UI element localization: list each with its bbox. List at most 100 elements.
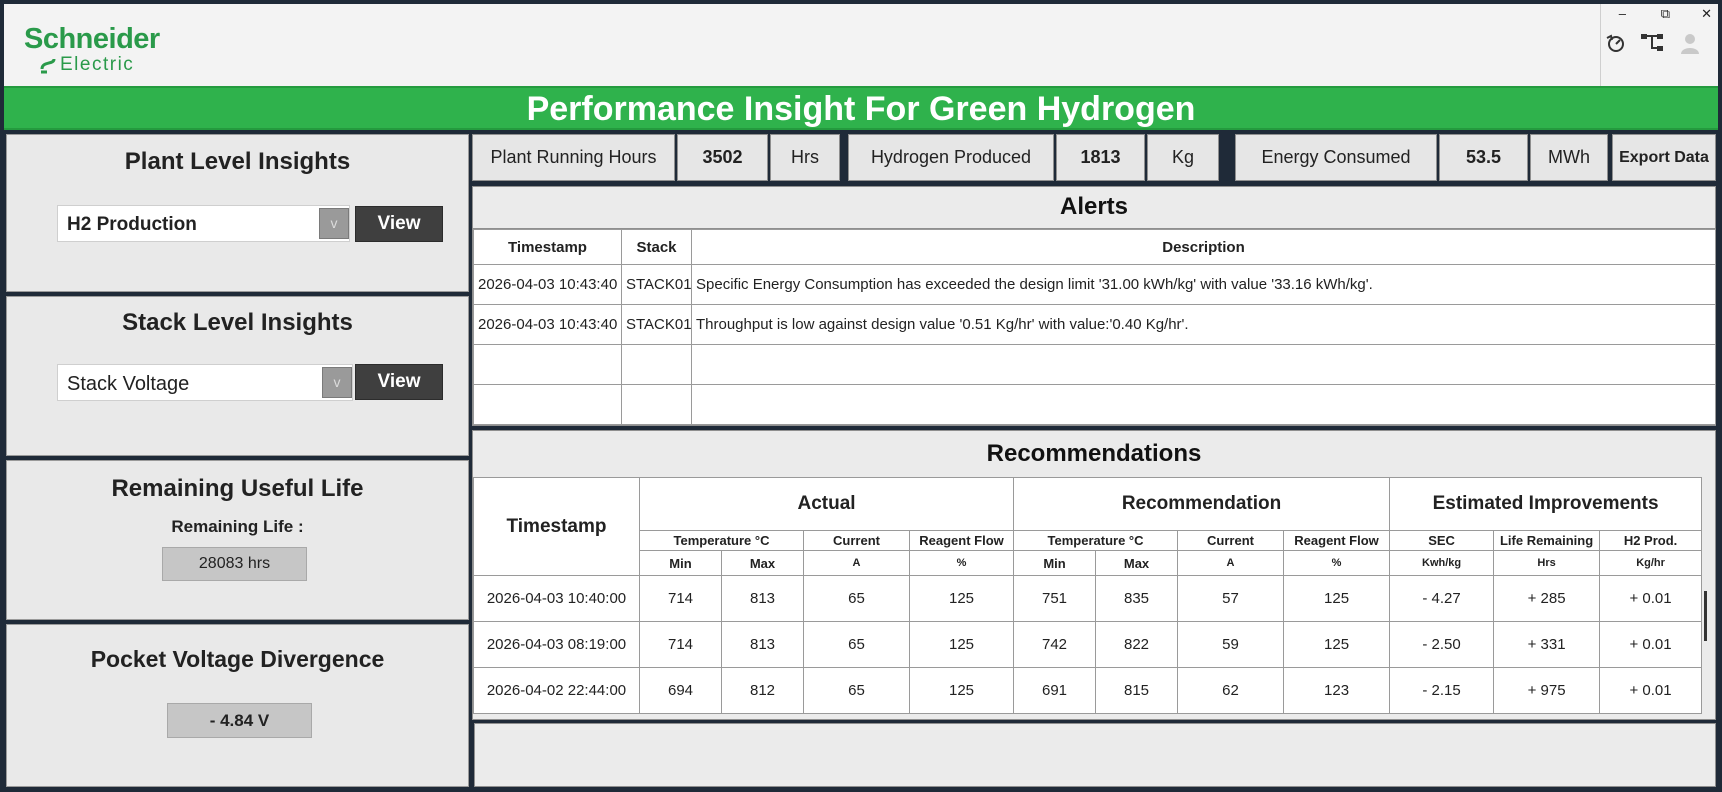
rec-unit-sec: Kwh/kg <box>1389 550 1495 576</box>
restore-button[interactable]: ⧉ <box>1661 6 1670 22</box>
page-title: Performance Insight For Green Hydrogen <box>526 90 1196 128</box>
logo-subtext: Electric <box>60 54 135 75</box>
app-window: Schneider Electric – ⧉ ✕ Performance Ins… <box>0 0 1722 792</box>
alert-description: Specific Energy Consumption has exceeded… <box>691 264 1716 305</box>
stack-insight-select[interactable]: Stack Voltage v <box>57 364 353 401</box>
rec-header-timestamp: Timestamp <box>473 477 640 576</box>
export-data-button[interactable]: Export Data <box>1612 134 1716 181</box>
close-button[interactable]: ✕ <box>1701 6 1712 22</box>
rec-cell: 691 <box>1013 667 1097 714</box>
rec-cell: 59 <box>1177 621 1285 668</box>
alert-timestamp <box>473 344 622 385</box>
rec-cell: 813 <box>721 621 804 668</box>
running-hours-value: 3502 <box>677 134 768 181</box>
alerts-section: Alerts Timestamp Stack Description 2026-… <box>472 186 1716 426</box>
footer-panel <box>474 723 1716 787</box>
refresh-icon[interactable] <box>1603 30 1629 56</box>
rec-cell: 813 <box>721 575 804 622</box>
rec-unit-amp: A <box>803 550 910 576</box>
rec-sub-temperature: Temperature °C <box>639 530 804 551</box>
rec-cell: 125 <box>1283 621 1391 668</box>
chevron-down-icon[interactable]: v <box>319 208 349 239</box>
plant-view-button[interactable]: View <box>355 206 443 242</box>
rec-cell: - 2.15 <box>1389 667 1495 714</box>
alert-stack: STACK01 <box>621 304 692 345</box>
alerts-title: Alerts <box>473 187 1715 229</box>
user-icon[interactable] <box>1677 30 1703 56</box>
alerts-header-description: Description <box>691 229 1716 265</box>
rec-sub-reagent: Reagent Flow <box>1283 530 1391 551</box>
alert-description <box>691 384 1716 425</box>
rec-timestamp: 2026-04-02 22:44:00 <box>473 667 640 714</box>
rec-cell: 125 <box>908 575 1015 622</box>
rec-cell: 694 <box>639 667 722 714</box>
app-header: Schneider Electric – ⧉ ✕ <box>4 4 1718 86</box>
rec-cell: 125 <box>1283 575 1391 622</box>
rec-sub-current: Current <box>803 530 910 551</box>
stack-level-title: Stack Level Insights <box>122 309 353 336</box>
alert-description: Throughput is low against design value '… <box>691 304 1716 345</box>
table-row[interactable]: 2026-04-03 10:43:40 STACK01 Throughput i… <box>473 304 1716 345</box>
rec-group-improvements: Estimated Improvements <box>1389 477 1703 531</box>
table-row[interactable]: 2026-04-03 08:19:00 714 813 65 125 742 8… <box>473 621 1703 668</box>
rec-cell: + 331 <box>1493 621 1601 668</box>
table-row[interactable]: 2026-04-02 22:44:00 694 812 65 125 691 8… <box>473 667 1703 714</box>
alert-timestamp <box>473 384 622 425</box>
recommendations-scrollbar[interactable] <box>1704 591 1707 641</box>
remaining-life-title: Remaining Useful Life <box>111 475 364 502</box>
rec-cell: + 0.01 <box>1599 667 1703 714</box>
rec-cell: 65 <box>803 667 910 714</box>
rec-sub-temperature: Temperature °C <box>1013 530 1179 551</box>
rec-unit-hrs: Hrs <box>1493 550 1601 576</box>
recommendations-table: Timestamp Actual Recommendation Estimate… <box>473 477 1703 714</box>
rec-cell: + 285 <box>1493 575 1601 622</box>
rec-cell: + 975 <box>1493 667 1601 714</box>
rec-group-recommendation: Recommendation <box>1013 477 1391 531</box>
rec-sub-life: Life Remaining <box>1493 530 1601 551</box>
alert-stack <box>621 344 692 385</box>
table-row[interactable]: 2026-04-03 10:40:00 714 813 65 125 751 8… <box>473 575 1703 622</box>
recommendations-title: Recommendations <box>473 431 1715 477</box>
alerts-table: Timestamp Stack Description 2026-04-03 1… <box>473 229 1716 425</box>
plant-insight-select[interactable]: H2 Production v <box>57 205 350 242</box>
stack-level-panel: Stack Level Insights Stack Voltage v Vie… <box>6 296 469 456</box>
table-row[interactable]: 2026-04-03 10:43:40 STACK01 Specific Ene… <box>473 264 1716 305</box>
table-row[interactable] <box>473 344 1716 385</box>
rec-cell: - 2.50 <box>1389 621 1495 668</box>
rec-cell: 57 <box>1177 575 1285 622</box>
alert-description <box>691 344 1716 385</box>
rec-cell: + 0.01 <box>1599 621 1703 668</box>
schneider-logo: Schneider Electric <box>24 24 199 79</box>
title-banner: Performance Insight For Green Hydrogen <box>4 86 1718 130</box>
window-controls: – ⧉ ✕ <box>1600 4 1718 86</box>
rec-timestamp: 2026-04-03 08:19:00 <box>473 621 640 668</box>
rec-cell: 714 <box>639 621 722 668</box>
rec-cell: 62 <box>1177 667 1285 714</box>
table-row[interactable] <box>473 384 1716 425</box>
rec-unit-min: Min <box>1013 550 1097 576</box>
rec-unit-max: Max <box>721 550 804 576</box>
alert-stack: STACK01 <box>621 264 692 305</box>
rec-unit-kghr: Kg/hr <box>1599 550 1703 576</box>
rec-cell: 714 <box>639 575 722 622</box>
rec-unit-amp: A <box>1177 550 1285 576</box>
remaining-life-panel: Remaining Useful Life Remaining Life : 2… <box>6 460 469 620</box>
alerts-header-row: Timestamp Stack Description <box>473 229 1716 265</box>
alerts-header-timestamp: Timestamp <box>473 229 622 265</box>
logo-mark-icon <box>40 58 56 74</box>
rec-sub-h2: H2 Prod. <box>1599 530 1703 551</box>
minimize-button[interactable]: – <box>1619 6 1626 21</box>
pocket-voltage-panel: Pocket Voltage Divergence - 4.84 V <box>6 624 469 787</box>
rec-cell: 125 <box>908 621 1015 668</box>
rec-unit-pct: % <box>1283 550 1391 576</box>
hydrogen-produced-label: Hydrogen Produced <box>848 134 1054 181</box>
energy-consumed-label: Energy Consumed <box>1235 134 1437 181</box>
rec-unit-pct: % <box>908 550 1015 576</box>
hierarchy-icon[interactable] <box>1639 30 1665 56</box>
running-hours-unit: Hrs <box>770 134 840 181</box>
running-hours-label: Plant Running Hours <box>472 134 675 181</box>
energy-consumed-value: 53.5 <box>1439 134 1528 181</box>
stack-view-button[interactable]: View <box>355 364 443 400</box>
chevron-down-icon[interactable]: v <box>322 367 352 398</box>
rec-cell: 822 <box>1095 621 1179 668</box>
